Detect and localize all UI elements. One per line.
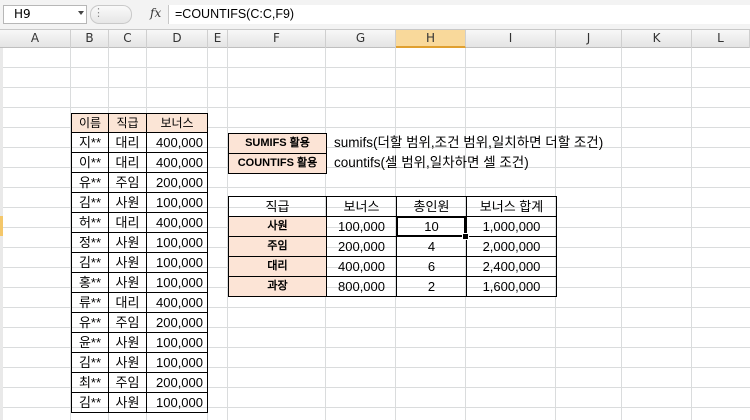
summary-header-rank[interactable]: 직급 [228,196,327,217]
employee-cell-bonus[interactable]: 400,000 [146,212,208,233]
formula-input[interactable]: =COUNTIFS(C:C,F9) [168,5,750,24]
employee-cell-bonus[interactable]: 400,000 [146,292,208,313]
summary-cell-bonus[interactable]: 800,000 [326,276,397,297]
column-header-b[interactable]: B [71,30,109,48]
summary-cell-headcount[interactable]: 2 [396,276,467,297]
column-header-c[interactable]: C [109,30,147,48]
summary-cell-bonus[interactable]: 400,000 [326,256,397,277]
column-header-k[interactable]: K [622,30,692,48]
employee-cell-name[interactable]: 김** [71,192,109,213]
column-header-g[interactable]: G [326,30,396,48]
employee-cell-name[interactable]: 유** [71,312,109,333]
employee-cell-bonus[interactable]: 200,000 [146,172,208,193]
summary-cell-bonus[interactable]: 200,000 [326,236,397,257]
employee-header-bonus[interactable]: 보너스 [146,113,208,133]
employee-cell-rank[interactable]: 사원 [108,192,147,213]
note-label-countifs[interactable]: COUNTIFS 활용 [228,153,327,174]
employee-cell-name[interactable]: 김** [71,352,109,373]
summary-header-bonus[interactable]: 보너스 [326,196,397,217]
employee-cell-name[interactable]: 김** [71,252,109,273]
column-header-i[interactable]: I [466,30,556,48]
chevron-down-icon[interactable] [78,11,84,15]
summary-cell-rank[interactable]: 주임 [228,236,327,257]
summary-cell-bonus-total[interactable]: 1,600,000 [466,276,557,297]
employee-cell-bonus[interactable]: 400,000 [146,152,208,173]
fill-handle[interactable] [462,233,469,240]
employee-cell-name[interactable]: 유** [71,172,109,193]
employee-cell-name[interactable]: 홍** [71,272,109,293]
employee-cell-bonus[interactable]: 100,000 [146,252,208,273]
summary-cell-bonus-total[interactable]: 1,000,000 [466,216,557,237]
active-row-indicator [0,216,3,236]
employee-cell-bonus[interactable]: 100,000 [146,332,208,353]
employee-cell-name[interactable]: 지** [71,132,109,153]
employee-cell-bonus[interactable]: 100,000 [146,232,208,253]
employee-cell-bonus[interactable]: 100,000 [146,352,208,373]
employee-cell-bonus[interactable]: 100,000 [146,272,208,293]
employee-cell-rank[interactable]: 사원 [108,352,147,373]
employee-cell-name[interactable]: 최** [71,372,109,393]
employee-cell-rank[interactable]: 대리 [108,292,147,313]
employee-cell-bonus[interactable]: 100,000 [146,392,208,413]
employee-header-rank[interactable]: 직급 [108,113,147,133]
summary-cell-bonus[interactable]: 100,000 [326,216,397,237]
employee-cell-rank[interactable]: 사원 [108,392,147,413]
summary-cell-headcount[interactable]: 10 [396,216,467,237]
column-header-l[interactable]: L [692,30,750,48]
employee-cell-rank[interactable]: 주임 [108,372,147,393]
employee-cell-rank[interactable]: 대리 [108,132,147,153]
summary-cell-headcount[interactable]: 4 [396,236,467,257]
employee-cell-name[interactable]: 이** [71,152,109,173]
summary-header-bonus-total[interactable]: 보너스 합계 [466,196,557,217]
employee-cell-rank[interactable]: 사원 [108,272,147,293]
summary-cell-rank[interactable]: 사원 [228,216,327,237]
employee-cell-name[interactable]: 김** [71,392,109,413]
note-text-sumifs[interactable]: sumifs(더할 범위,조건 범위,일치하면 더할 조건) [328,133,658,154]
employee-cell-name[interactable]: 허** [71,212,109,233]
employee-cell-name[interactable]: 윤** [71,332,109,353]
column-header-f[interactable]: F [228,30,326,48]
employee-cell-bonus[interactable]: 400,000 [146,132,208,153]
insert-function-icon[interactable]: fx [150,6,161,20]
summary-cell-bonus-total[interactable]: 2,000,000 [466,236,557,257]
name-box[interactable]: H9 [3,5,87,24]
column-header-h[interactable]: H [396,30,466,48]
employee-cell-rank[interactable]: 사원 [108,252,147,273]
summary-cell-headcount[interactable]: 6 [396,256,467,277]
employee-cell-rank[interactable]: 사원 [108,232,147,253]
summary-cell-rank[interactable]: 과장 [228,276,327,297]
summary-cell-rank[interactable]: 대리 [228,256,327,277]
employee-cell-bonus[interactable]: 200,000 [146,372,208,393]
note-text-countifs[interactable]: countifs(셀 범위,일차하면 셀 조건) [328,153,658,174]
note-label-sumifs[interactable]: SUMIFS 활용 [228,133,327,154]
summary-header-headcount[interactable]: 총인원 [396,196,467,217]
employee-cell-rank[interactable]: 대리 [108,152,147,173]
column-header-e[interactable]: E [208,30,228,48]
employee-cell-bonus[interactable]: 100,000 [146,192,208,213]
employee-cell-name[interactable]: 정** [71,232,109,253]
employee-cell-rank[interactable]: 주임 [108,172,147,193]
employee-header-name[interactable]: 이름 [71,113,109,133]
employee-cell-name[interactable]: 류** [71,292,109,313]
employee-cell-rank[interactable]: 대리 [108,212,147,233]
formula-bar: H9 ⋮ fx =COUNTIFS(C:C,F9) [0,0,750,30]
employee-cell-rank[interactable]: 주임 [108,312,147,333]
column-header-a[interactable]: A [0,30,71,48]
summary-cell-bonus-total[interactable]: 2,400,000 [466,256,557,277]
employee-cell-rank[interactable]: 사원 [108,332,147,353]
drag-dots-icon: ⋮ [93,6,104,19]
column-header-j[interactable]: J [556,30,622,48]
employee-cell-bonus[interactable]: 200,000 [146,312,208,333]
column-headers: A B C D E F G H I J K L [0,30,750,48]
column-header-d[interactable]: D [147,30,208,48]
